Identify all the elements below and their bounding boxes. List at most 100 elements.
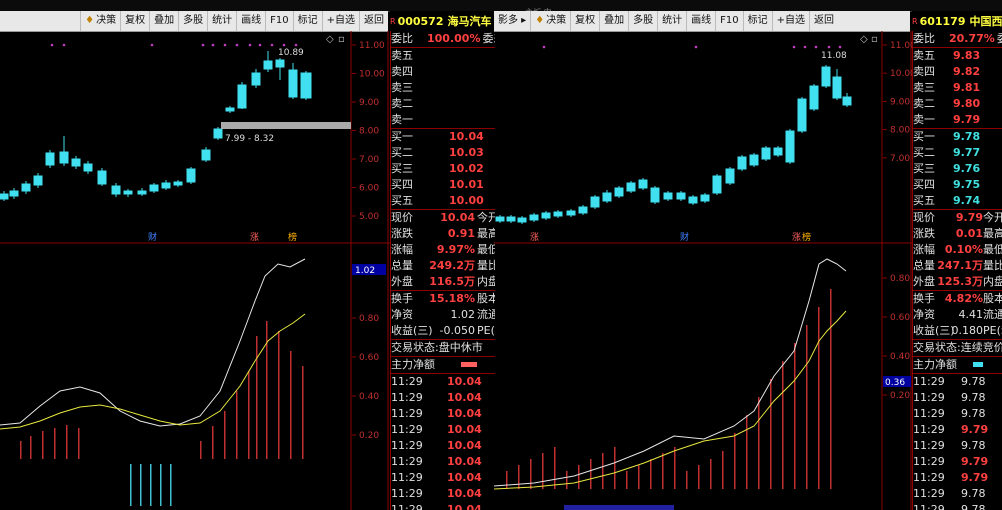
stock2-sell-price[interactable]: 9.83 xyxy=(953,48,980,64)
stock2-tick-row: 11:29 9.79 xyxy=(913,454,1002,470)
toolbar-right-btn-3[interactable]: 多股 xyxy=(628,11,657,31)
stock1-buy-price[interactable]: 10.04 xyxy=(449,129,484,145)
stock2-quote-panel: 委比 20.77%委差卖五 9.83 卖四 9.82 卖三 9.81 卖二 9.80 卖一 9.79… xyxy=(912,31,1002,510)
stock1-buy-price[interactable]: 10.02 xyxy=(449,161,484,177)
candle-body xyxy=(201,149,211,161)
stock2-tick-row: 11:29 9.79 xyxy=(913,470,1002,486)
toolbar-right-btn-1[interactable]: 复权 xyxy=(570,11,599,31)
stock2-tick-row: 11:29 9.78 xyxy=(913,373,1002,390)
stock2-stat-value: 0.10% xyxy=(944,243,983,256)
toolbar-right-btn-2[interactable]: 叠加 xyxy=(599,11,628,31)
indicator-bar xyxy=(650,459,652,489)
stock2-sell-price[interactable]: 9.82 xyxy=(953,64,980,80)
stock2-buy-price[interactable]: 9.74 xyxy=(953,193,980,209)
toolbar-right-btn-4[interactable]: 统计 xyxy=(657,11,686,31)
toolbar-right-btn-6[interactable]: F10 xyxy=(715,11,742,31)
stock2-stat2-label: 换手 xyxy=(913,292,935,305)
toolbar-left-btn-5[interactable]: 画线 xyxy=(236,11,265,31)
toolbar-left-btn-6[interactable]: F10 xyxy=(265,11,292,31)
stock1-tick-time: 11:29 xyxy=(391,439,423,452)
toolbar-left-decision-button[interactable]: ♦ 决策 xyxy=(80,11,120,31)
toolbar-left-btn-3[interactable]: 多股 xyxy=(178,11,207,31)
toolbar-left-btn-4[interactable]: 统计 xyxy=(207,11,236,31)
indicator-bar xyxy=(830,289,832,489)
chart2-marker-zhang-early[interactable]: 涨 xyxy=(530,232,539,243)
indicator-tick-label: 0.60 xyxy=(890,313,910,323)
stock2-buy-label: 买三 xyxy=(913,162,935,175)
chart1-window-icon[interactable]: ▫ xyxy=(338,34,345,45)
toolbar-right-decision-button[interactable]: ♦ 决策 xyxy=(530,11,570,31)
indicator-bar xyxy=(722,451,724,489)
toolbar-right-btn-8[interactable]: +自选 xyxy=(771,11,809,31)
chart2-marker-cai[interactable]: 财 xyxy=(680,231,689,243)
stock2-stat-label2: 最低 xyxy=(983,243,1002,256)
stock1-tick-time: 11:29 xyxy=(391,391,423,404)
toolbar-right-btn-9[interactable]: 返回 xyxy=(809,11,838,31)
stock2-buy-price[interactable]: 9.77 xyxy=(953,145,980,161)
candle-body xyxy=(517,217,527,223)
chart1-area[interactable]: 11.0010.009.008.007.006.005.00 0.800.600… xyxy=(0,31,390,510)
stock2-tick-row: 11:29 9.78 xyxy=(913,438,1002,454)
stock1-buy-price[interactable]: 10.01 xyxy=(449,177,484,193)
stock1-sell-row: 卖五 xyxy=(391,47,495,64)
candle-body xyxy=(626,182,636,192)
candle-body xyxy=(749,154,759,166)
price-tick-label: 8.00 xyxy=(359,127,379,137)
stock2-sell-price[interactable]: 9.81 xyxy=(953,80,980,96)
candle-body xyxy=(761,147,771,160)
toolbar-right-btn-5[interactable]: 画线 xyxy=(686,11,715,31)
toolbar-left-btn-8[interactable]: +自选 xyxy=(321,11,359,31)
indicator-bar xyxy=(200,441,202,459)
indicator-bar xyxy=(602,453,604,489)
chart2-marker-bang[interactable]: 榜 xyxy=(802,231,811,243)
stock1-main-flow-label[interactable]: 主力净额 xyxy=(391,358,435,371)
chart1-marker-cai[interactable]: 财 xyxy=(148,231,157,243)
stock1-buy-price[interactable]: 10.03 xyxy=(449,145,484,161)
chart1-marker-zhang[interactable]: 涨 xyxy=(250,232,259,243)
stock2-stat-label2: 量比 xyxy=(983,259,1002,272)
toolbar-left-btn-2[interactable]: 叠加 xyxy=(149,11,178,31)
signal-dot xyxy=(294,43,298,47)
stock2-wei-bi-row: 委比 20.77%委差 xyxy=(913,31,1002,47)
candle-body xyxy=(149,184,159,192)
chart2-window-icon[interactable]: ▫ xyxy=(871,34,878,45)
stock1-sell-row: 卖四 xyxy=(391,64,495,80)
signal-dot xyxy=(827,45,831,49)
chart2-price-axis: 11.00 10.00 9.00 8.00 7.00 xyxy=(883,41,912,164)
stock2-buy-price[interactable]: 9.78 xyxy=(953,129,980,145)
toolbar-left-btn-9[interactable]: 返回 xyxy=(359,11,388,31)
chart2-marker-zhang[interactable]: 涨 xyxy=(792,232,801,243)
chart2-area[interactable]: 11.0010.009.008.007.00 0.800.600.400.20 … xyxy=(494,31,912,510)
signal-dot xyxy=(814,45,818,49)
stock2-main-flow-label[interactable]: 主力净额 xyxy=(913,358,957,371)
candle-body xyxy=(700,194,710,202)
indicator-line-yellow xyxy=(494,310,847,490)
stock1-buy-price[interactable]: 10.00 xyxy=(449,193,484,209)
stock2-header[interactable]: R 601179 中国西电 xyxy=(912,11,1002,31)
candle-body xyxy=(712,175,722,194)
chart2-scrollbar[interactable] xyxy=(564,505,674,510)
indicator-bar xyxy=(302,366,304,459)
more-button[interactable]: 影多 ▸ xyxy=(494,11,530,31)
stock2-name: 中国西电 xyxy=(969,15,1002,28)
toolbar-right-btn-7[interactable]: 标记 xyxy=(742,11,772,31)
stock2-stat-label: 涨跌 xyxy=(913,227,935,240)
stock2-stat-value: 247.1万 xyxy=(937,259,983,272)
chart1-marker-bang[interactable]: 榜 xyxy=(288,231,297,243)
stock1-stat2-label2: 股本 xyxy=(477,292,495,305)
stock2-sell-price[interactable]: 9.80 xyxy=(953,96,980,112)
stock2-buy-price[interactable]: 9.75 xyxy=(953,177,980,193)
chart1-diamond-icon[interactable]: ◇ xyxy=(326,34,334,45)
stock1-header[interactable]: R 000572 海马汽车 xyxy=(390,11,494,31)
price-tick-label: 8.00 xyxy=(890,126,910,136)
stock1-stat2-label: 换手 xyxy=(391,292,413,305)
stock2-buy-price[interactable]: 9.76 xyxy=(953,161,980,177)
stock2-sell-price[interactable]: 9.79 xyxy=(953,112,980,128)
stock2-stat-row: 外盘125.3万内盘 xyxy=(913,274,1002,290)
stock2-stat2-label: 净资 xyxy=(913,308,935,321)
chart2-diamond-icon[interactable]: ◇ xyxy=(860,34,868,45)
toolbar-left-btn-1[interactable]: 复权 xyxy=(120,11,149,31)
indicator-bar xyxy=(578,465,580,489)
stock2-stat-label2: 今开 xyxy=(983,211,1002,224)
toolbar-left-btn-7[interactable]: 标记 xyxy=(292,11,322,31)
